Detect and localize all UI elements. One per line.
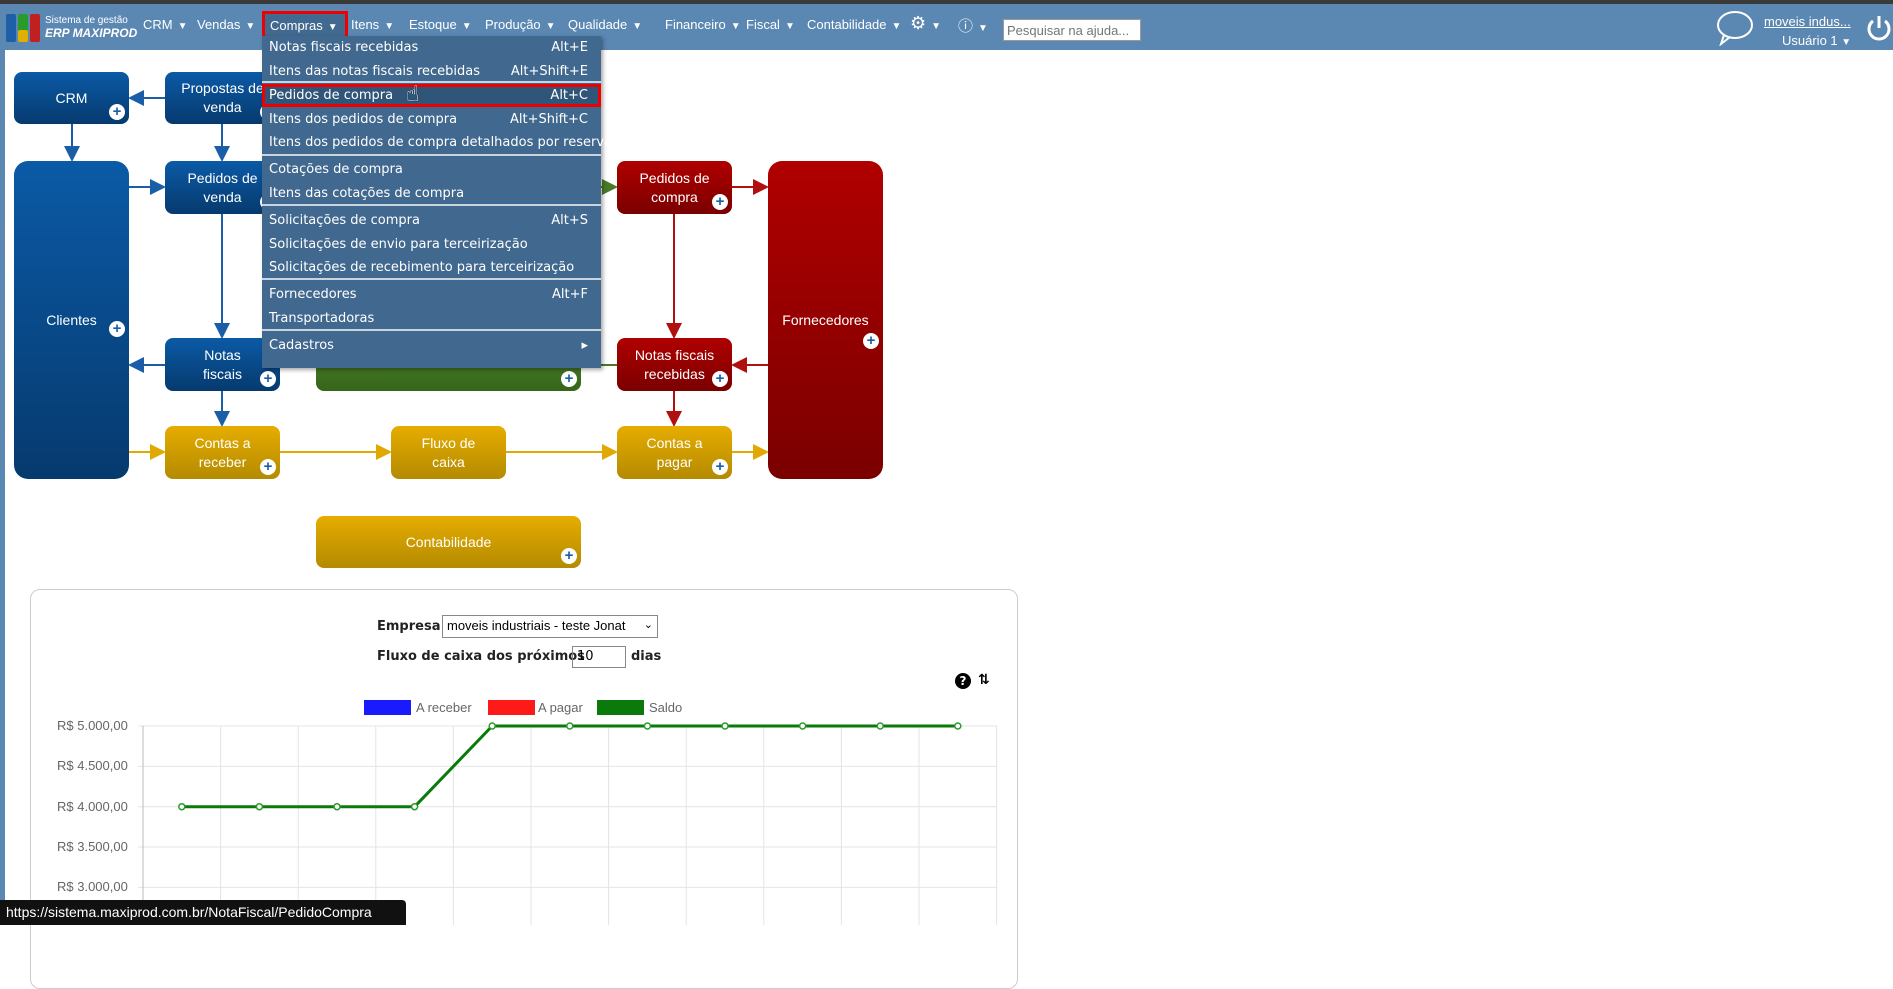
menu-item-shortcut: Alt+C [550, 88, 588, 103]
menu-item-label: Itens dos pedidos de compra detalhados p… [269, 135, 613, 150]
menu-item-label: Solicitações de recebimento para terceir… [269, 260, 575, 275]
menu-item-label: Transportadoras [269, 310, 375, 326]
menu-item[interactable]: Itens dos pedidos de compra Alt+Shift+C [262, 108, 601, 131]
menu-item[interactable]: Fornecedores Alt+F [262, 283, 601, 306]
menu-item[interactable]: Pedidos de compra Alt+C [262, 84, 601, 107]
menu-item[interactable]: Transportadoras [262, 307, 601, 330]
menu-item-label: Itens dos pedidos de compra [269, 111, 458, 127]
compras-dropdown-menu: Notas fiscais recebidas Alt+E Itens das no… [262, 36, 612, 368]
data-point [178, 802, 186, 811]
help-search-input[interactable] [1003, 19, 1141, 41]
menu-item[interactable]: Cadastros ▸ [262, 334, 601, 357]
data-point [255, 802, 264, 811]
menu-item-shortcut: Alt+Shift+C [509, 111, 588, 127]
data-point [954, 722, 962, 730]
data-point [333, 802, 341, 811]
company-link[interactable]: moveis indus... [1764, 14, 1851, 29]
menu-item-label: Notas fiscais recebidas [269, 40, 419, 55]
menu-item-shortcut: Alt+E [551, 40, 588, 55]
menu-item-label: Solicitações de envio para terceirização [269, 236, 528, 252]
menu-item-label: Itens das cotações de compra [269, 185, 465, 201]
menu-item-label: Fornecedores [269, 287, 357, 302]
menu-separator [262, 204, 601, 206]
menu-item[interactable]: Solicitações de compra Alt+S [262, 209, 601, 232]
menu-item[interactable]: Itens das notas fiscais recebidas Alt+Shi… [262, 60, 601, 83]
menu-item[interactable]: Notas fiscais recebidas Alt+E [262, 36, 601, 59]
menu-item-label: Pedidos de compra [269, 88, 394, 103]
status-url-tooltip: https://sistema.maxiprod.com.br/NotaFisc… [0, 900, 406, 925]
menu-item-shortcut: ▸ [581, 338, 588, 353]
user-menu[interactable]: Usuário 1 ▼ [1782, 33, 1851, 48]
menu-separator [262, 81, 601, 83]
data-point [566, 722, 574, 730]
menu-item-label: Solicitações de compra [269, 213, 420, 228]
menu-separator [262, 278, 601, 280]
menu-item-label: Cotações de compra [269, 162, 403, 177]
data-point [721, 722, 729, 730]
chat-icon[interactable] [1715, 10, 1755, 46]
data-point [876, 722, 884, 730]
menu-item-label: Itens das notas fiscais recebidas [269, 63, 481, 79]
menu-separator [262, 154, 601, 156]
menu-item-shortcut: Alt+S [551, 213, 588, 228]
menu-item[interactable]: Solicitações de recebimento para terceir… [262, 256, 601, 279]
menu-item-shortcut: Alt+F [552, 287, 588, 302]
data-point [488, 722, 496, 730]
menu-item[interactable]: Itens dos pedidos de compra detalhados p… [262, 131, 612, 154]
data-point [798, 722, 807, 730]
menu-item[interactable]: Cotações de compra [262, 158, 601, 181]
menu-item-shortcut: Alt+Shift+E [510, 63, 588, 79]
data-point [410, 802, 419, 811]
menu-item[interactable]: Itens das cotações de compra [262, 182, 601, 205]
menu-item-label: Cadastros [269, 338, 334, 353]
menu-item[interactable]: Solicitações de envio para terceirização [262, 233, 601, 256]
data-point [643, 722, 652, 730]
menu-separator [262, 329, 601, 331]
power-icon[interactable] [1866, 14, 1892, 42]
hand-cursor-icon: ☝ [406, 82, 420, 107]
